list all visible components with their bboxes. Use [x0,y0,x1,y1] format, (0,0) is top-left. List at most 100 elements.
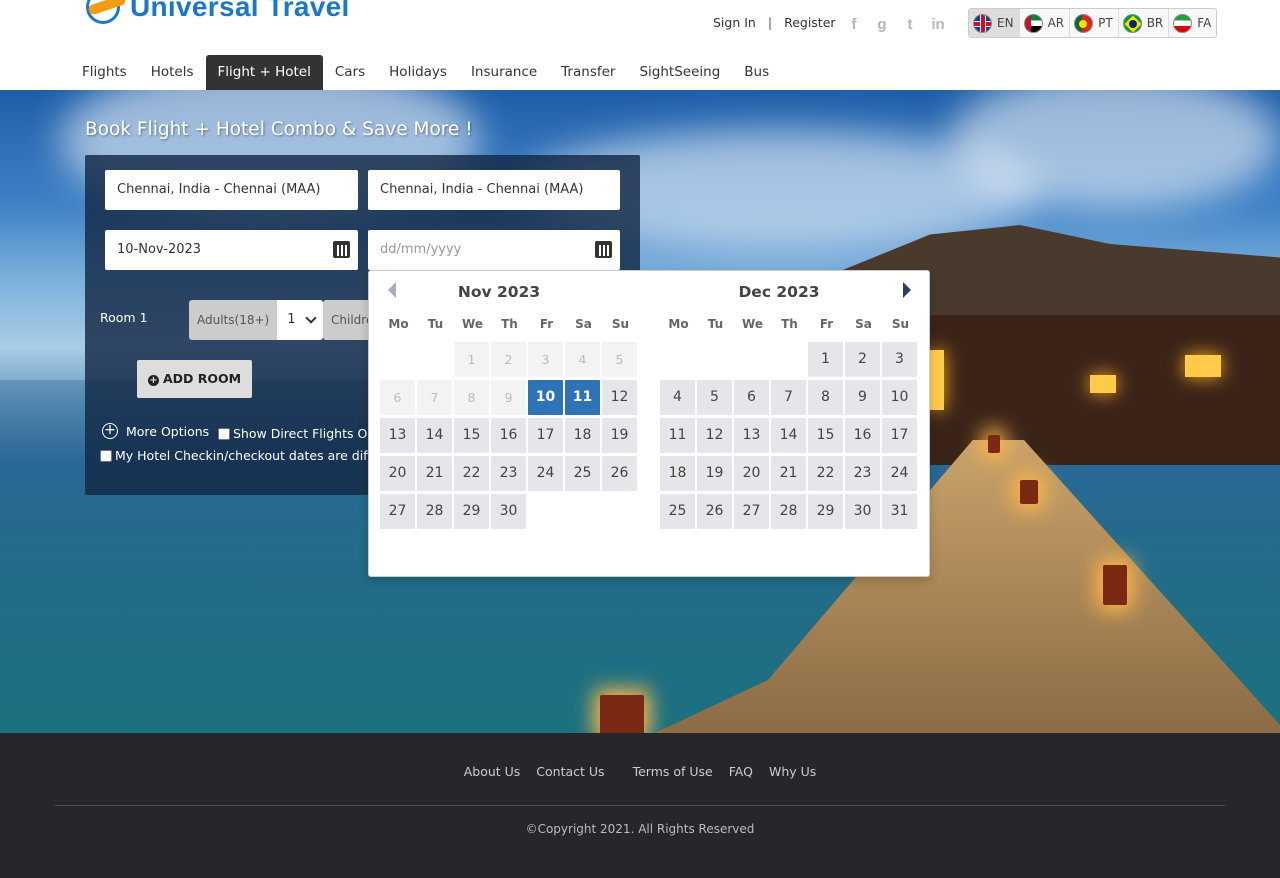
calendar-day[interactable]: 6 [734,380,769,415]
lamp-decoration [1020,480,1038,504]
site-footer: About Us Contact Us Terms of Use FAQ Why Us … [0,733,1280,878]
register-link[interactable]: Register [784,15,835,30]
calendar-day[interactable]: 18 [565,418,600,453]
calendar-day[interactable]: 2 [845,342,880,377]
destination-input[interactable]: Chennai, India - Chennai (MAA) [368,170,620,210]
depart-date-input[interactable]: 10-Nov-2023 [105,230,358,270]
calendar-day[interactable]: 21 [417,456,452,491]
footer-link-terms-of-use[interactable]: Terms of Use [633,764,713,779]
calendar-day[interactable]: 7 [771,380,806,415]
calendar-day[interactable]: 22 [454,456,489,491]
language-option-ar[interactable]: AR [1020,9,1071,37]
calendar-day[interactable]: 23 [491,456,526,491]
tab-insurance[interactable]: Insurance [459,55,549,90]
calendar-day[interactable]: 26 [697,494,732,529]
calendar-day[interactable]: 18 [660,456,695,491]
calendar-day[interactable]: 26 [602,456,637,491]
calendar-day[interactable]: 20 [380,456,415,491]
calendar-day[interactable]: 24 [882,456,917,491]
calendar-day[interactable]: 8 [808,380,843,415]
calendar-day[interactable]: 10 [882,380,917,415]
calendar-day[interactable]: 30 [845,494,880,529]
more-options-toggle[interactable]: + More Options [102,423,209,439]
calendar-day[interactable]: 14 [417,418,452,453]
footer-link-about-us[interactable]: About Us [464,764,521,779]
calendar-icon[interactable] [595,241,612,258]
language-option-en[interactable]: EN [969,9,1020,37]
footer-link-faq[interactable]: FAQ [729,764,753,779]
lamp-decoration [1103,565,1127,605]
calendar-day[interactable]: 25 [565,456,600,491]
calendar-day[interactable]: 19 [697,456,732,491]
calendar-day[interactable]: 5 [697,380,732,415]
calendar-day[interactable]: 13 [734,418,769,453]
language-option-fa[interactable]: FA [1169,9,1216,37]
children-select[interactable]: Childre [323,300,373,340]
calendar-day[interactable]: 12 [697,418,732,453]
tab-hotels[interactable]: Hotels [139,55,206,90]
calendar-day[interactable]: 15 [808,418,843,453]
calendar-day[interactable]: 12 [602,380,637,415]
language-code: PT [1098,16,1113,30]
twitter-icon[interactable]: t [901,16,919,34]
calendar-day[interactable]: 9 [845,380,880,415]
calendar-day[interactable]: 29 [454,494,489,529]
sign-in-link[interactable]: Sign In [713,15,756,30]
facebook-icon[interactable]: f [845,16,863,34]
tab-flight-hotel[interactable]: Flight + Hotel [205,55,323,90]
calendar-day[interactable]: 30 [491,494,526,529]
calendar-day[interactable]: 14 [771,418,806,453]
tab-sightseeing[interactable]: SightSeeing [627,55,732,90]
weekday-label: Th [501,317,518,331]
calendar-day[interactable]: 20 [734,456,769,491]
google-icon[interactable]: g [873,16,891,34]
calendar-day[interactable]: 27 [734,494,769,529]
add-room-button[interactable]: + ADD ROOM [137,360,252,398]
calendar-day[interactable]: 28 [417,494,452,529]
language-option-br[interactable]: BR [1119,9,1170,37]
tab-cars[interactable]: Cars [323,55,377,90]
linkedin-icon[interactable]: in [929,16,947,34]
calendar-day[interactable]: 16 [491,418,526,453]
calendar-day[interactable]: 19 [602,418,637,453]
direct-flights-checkbox[interactable] [218,427,230,440]
tab-bus[interactable]: Bus [732,55,781,90]
calendar-day[interactable]: 3 [882,342,917,377]
depart-date-value: 10-Nov-2023 [117,242,202,257]
tab-holidays[interactable]: Holidays [377,55,459,90]
adults-select[interactable]: Adults(18+) 1 [189,300,324,340]
return-date-input[interactable]: dd/mm/yyyy [368,230,620,270]
footer-link-contact-us[interactable]: Contact Us [536,764,604,779]
calendar-day[interactable]: 31 [882,494,917,529]
language-option-pt[interactable]: PT [1070,9,1119,37]
calendar-day[interactable]: 16 [845,418,880,453]
calendar-day[interactable]: 4 [660,380,695,415]
calendar-day[interactable]: 24 [528,456,563,491]
adults-value[interactable]: 1 [277,300,324,340]
tab-flights[interactable]: Flights [70,55,139,90]
calendar-day[interactable]: 15 [454,418,489,453]
footer-link-why-us[interactable]: Why Us [769,764,816,779]
origin-input[interactable]: Chennai, India - Chennai (MAA) [105,170,358,210]
calendar-day: 7 [417,380,452,415]
calendar-day[interactable]: 1 [808,342,843,377]
calendar-day[interactable]: 22 [808,456,843,491]
calendar-day[interactable]: 10 [528,380,563,415]
calendar-day[interactable]: 25 [660,494,695,529]
calendar-day[interactable]: 29 [808,494,843,529]
calendar-day[interactable]: 27 [380,494,415,529]
calendar-day[interactable]: 17 [882,418,917,453]
weekday-label: Sa [855,317,872,331]
calendar-day[interactable]: 17 [528,418,563,453]
hotel-dates-checkbox[interactable] [100,449,112,462]
calendar-day[interactable]: 21 [771,456,806,491]
calendar-day[interactable]: 28 [771,494,806,529]
calendar-day[interactable]: 13 [380,418,415,453]
calendar-day[interactable]: 11 [660,418,695,453]
tab-transfer[interactable]: Transfer [549,55,627,90]
calendar-icon[interactable] [333,241,350,258]
calendar-day: 1 [454,342,489,377]
calendar-day[interactable]: 23 [845,456,880,491]
calendar-day[interactable]: 11 [565,380,600,415]
brand-logo[interactable]: Universal Travel [84,0,350,24]
